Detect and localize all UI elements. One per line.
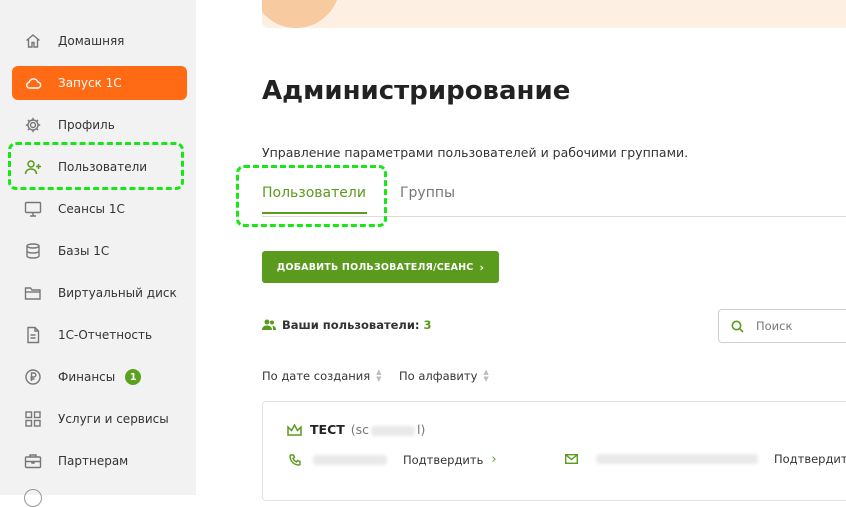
add-user-button[interactable]: ДОБАВИТЬ ПОЛЬЗОВАТЕЛЯ/СЕАНС › xyxy=(262,251,499,283)
sidebar-item-home[interactable]: Домашняя xyxy=(12,24,187,58)
sort-by-date[interactable]: По дате создания ▲ ▼ xyxy=(262,368,382,384)
ruble-icon xyxy=(24,368,42,386)
sidebar-item-partners[interactable]: Партнерам xyxy=(12,444,187,478)
active-tab-indicator xyxy=(262,212,367,214)
sidebar-item-reporting[interactable]: 1С-Отчетность xyxy=(12,318,187,352)
sidebar-item-label: 1С-Отчетность xyxy=(58,328,153,342)
tab-users[interactable]: Пользователи xyxy=(262,185,366,201)
sidebar-item-label: Виртуальный диск xyxy=(58,286,177,300)
users-count-label: Ваши пользователи: xyxy=(282,318,420,332)
tabs-divider xyxy=(262,216,846,217)
sort-by-alphabet[interactable]: По алфавиту ▲ ▼ xyxy=(399,368,489,384)
page-title: Администрирование xyxy=(262,76,571,106)
banner-decoration xyxy=(262,0,340,28)
sidebar-item-label: Услуги и сервисы xyxy=(58,412,169,426)
tab-groups[interactable]: Группы xyxy=(400,185,455,201)
sidebar-item-label: Домашняя xyxy=(58,34,125,48)
sidebar-item-label: Партнерам xyxy=(58,454,129,468)
folder-icon xyxy=(24,284,42,302)
user-card[interactable]: ТЕСТ (sc l) Подтвердить › Подтвердить xyxy=(262,401,846,501)
sidebar-item-virtual-disk[interactable]: Виртуальный диск xyxy=(12,276,187,310)
blurred-phone xyxy=(313,454,387,465)
users-count-value: 3 xyxy=(423,318,432,332)
sidebar-item-finance[interactable]: Финансы 1 xyxy=(12,360,187,394)
crown-icon xyxy=(287,423,302,436)
gear-icon xyxy=(24,116,42,134)
briefcase-icon xyxy=(24,452,42,470)
sort-arrows-icon: ▲ ▼ xyxy=(483,368,489,383)
phone-row: Подтвердить › xyxy=(289,452,497,467)
sidebar-item-launch-1c[interactable]: Запуск 1С xyxy=(12,66,187,100)
add-user-icon xyxy=(24,158,42,176)
sidebar: Домашняя Запуск 1С Профиль Пользователи … xyxy=(0,0,196,507)
users-count: Ваши пользователи: 3 xyxy=(262,318,432,332)
search-icon xyxy=(731,320,744,333)
confirm-phone-link[interactable]: Подтвердить › xyxy=(403,452,497,467)
search-box[interactable] xyxy=(718,309,846,343)
sidebar-item-label: Финансы xyxy=(58,370,116,384)
email-row: Подтвердить xyxy=(565,452,846,466)
user-name-row: ТЕСТ (sc l) xyxy=(287,422,425,437)
mail-icon xyxy=(565,454,578,464)
users-icon xyxy=(262,319,276,330)
phone-icon xyxy=(289,453,301,466)
user-name: ТЕСТ xyxy=(310,422,345,437)
user-login: (sc l) xyxy=(351,422,426,437)
sidebar-item-profile[interactable]: Профиль xyxy=(12,108,187,142)
grid-icon xyxy=(24,410,42,428)
search-input[interactable] xyxy=(754,318,838,334)
partial-icon xyxy=(24,489,42,507)
blurred-login xyxy=(371,425,416,436)
sidebar-item-label: Пользователи xyxy=(58,160,148,174)
confirm-email-label: Подтвердить xyxy=(774,452,846,466)
sidebar-item-databases[interactable]: Базы 1С xyxy=(12,234,187,268)
sort-by-date-label: По дате создания xyxy=(262,369,371,383)
sidebar-item-label: Запуск 1С xyxy=(58,76,122,90)
add-user-button-label: ДОБАВИТЬ ПОЛЬЗОВАТЕЛЯ/СЕАНС xyxy=(276,261,474,273)
sort-by-alphabet-label: По алфавиту xyxy=(399,369,478,383)
sidebar-item-users[interactable]: Пользователи xyxy=(12,150,187,184)
confirm-phone-label: Подтвердить xyxy=(403,452,484,467)
sidebar-item-services[interactable]: Услуги и сервисы xyxy=(12,402,187,436)
cloud-icon xyxy=(24,74,42,92)
chevron-right-icon: › xyxy=(479,260,485,274)
sidebar-item-sessions[interactable]: Сеансы 1С xyxy=(12,192,187,226)
home-icon xyxy=(24,32,42,50)
top-banner xyxy=(262,0,846,28)
chevron-right-icon: › xyxy=(491,452,497,467)
sidebar-item-label: Профиль xyxy=(58,118,115,132)
confirm-email-link[interactable]: Подтвердить xyxy=(774,452,846,466)
sidebar-item-label: Базы 1С xyxy=(58,244,110,258)
sidebar-item-label: Сеансы 1С xyxy=(58,202,125,216)
sort-arrows-icon: ▲ ▼ xyxy=(376,368,382,383)
monitor-icon xyxy=(24,200,42,218)
page-description: Управление параметрами пользователей и р… xyxy=(262,145,689,160)
database-icon xyxy=(24,242,42,260)
user-login-suffix: l) xyxy=(417,422,426,437)
document-icon xyxy=(24,326,42,344)
blurred-email xyxy=(596,454,758,464)
notification-badge: 1 xyxy=(125,369,142,385)
user-login-prefix: (sc xyxy=(350,422,370,437)
